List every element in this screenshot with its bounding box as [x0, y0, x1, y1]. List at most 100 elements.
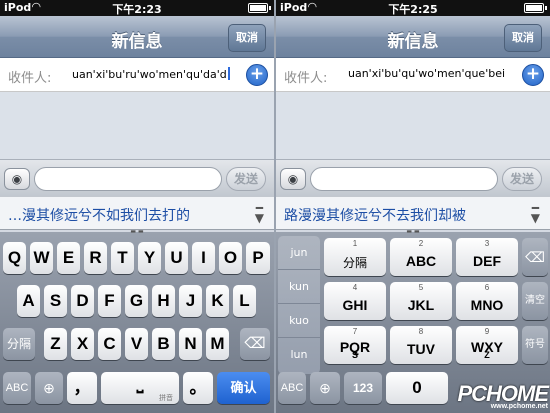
key-r[interactable]: R	[84, 242, 107, 274]
key-8-tuv[interactable]: 8 TUV	[390, 326, 452, 364]
period-key[interactable]: 。	[183, 372, 213, 404]
key-e[interactable]: E	[57, 242, 80, 274]
page-indicator: ▬ ▬	[406, 228, 420, 235]
status-bar: iPod ◠ 下午2:23	[0, 0, 274, 16]
key-s[interactable]: S	[44, 285, 67, 317]
key-a[interactable]: A	[17, 285, 40, 317]
globe-key[interactable]: ⊕	[310, 372, 340, 404]
key-7-pqrs[interactable]: 7 PQR S	[324, 326, 386, 364]
key-b[interactable]: B	[152, 328, 175, 360]
key-sub: 6	[484, 283, 490, 292]
key-main: ABC	[405, 253, 437, 269]
key-g[interactable]: G	[125, 285, 148, 317]
send-button[interactable]: 发送	[502, 167, 542, 191]
key-w[interactable]: W	[30, 242, 53, 274]
key-m[interactable]: M	[206, 328, 229, 360]
key-main: DEF	[473, 253, 501, 269]
key-3-def[interactable]: 3 DEF	[456, 238, 518, 276]
pinyin-option[interactable]: lun	[278, 338, 320, 372]
add-contact-button[interactable]: +	[246, 64, 268, 86]
key-o[interactable]: O	[219, 242, 242, 274]
space-bar-icon: ⎵	[136, 374, 144, 393]
battery-icon	[248, 3, 271, 13]
candidate-text[interactable]: 路漫漫其修远兮不去我们却被	[284, 205, 466, 225]
watermark-logo: PCHOME www.pchome.net	[457, 381, 549, 410]
backspace-icon: ⌫	[244, 335, 266, 352]
delete-key[interactable]: ⌫	[240, 328, 270, 360]
space-key-label: 拼音	[159, 395, 173, 402]
left-phone-screen: iPod ◠ 下午2:23 新信息 取消 收件人: uan'xi'bu'ru'w…	[0, 0, 274, 413]
expand-candidates-icon[interactable]: ━ ▼	[531, 202, 540, 224]
key-q[interactable]: Q	[3, 242, 26, 274]
send-button[interactable]: 发送	[226, 167, 266, 191]
camera-button[interactable]: ◉	[280, 168, 306, 190]
pinyin-option[interactable]: kun	[278, 270, 320, 304]
recipient-field[interactable]: uan'xi'bu'ru'wo'men'qu'da'd	[72, 67, 242, 81]
space-key[interactable]: ⎵ 拼音	[101, 372, 179, 404]
recipient-row: 收件人: uan'xi'bu'ru'wo'men'qu'da'd +	[0, 58, 274, 92]
recipient-field[interactable]: uan'xi'bu'qu'wo'men'que'bei	[348, 67, 518, 80]
comma-key[interactable]: ，	[67, 372, 97, 404]
key-4-ghi[interactable]: 4 GHI	[324, 282, 386, 320]
expand-candidates-icon[interactable]: ━ ▼	[255, 202, 264, 224]
confirm-key[interactable]: 确认	[217, 372, 270, 404]
camera-icon: ◉	[11, 172, 23, 186]
key-h[interactable]: H	[152, 285, 175, 317]
pinyin-option[interactable]: kuo	[278, 304, 320, 338]
text-cursor	[227, 67, 230, 80]
key-c[interactable]: C	[98, 328, 121, 360]
clear-key[interactable]: 清空	[522, 282, 548, 320]
key-z[interactable]: Z	[44, 328, 67, 360]
camera-icon: ◉	[287, 172, 299, 186]
abc-key[interactable]: ABC	[278, 372, 306, 404]
globe-icon: ⊕	[43, 380, 55, 396]
add-contact-button[interactable]: +	[522, 64, 544, 86]
key-t[interactable]: T	[111, 242, 134, 274]
key-u[interactable]: U	[165, 242, 188, 274]
message-input[interactable]	[310, 167, 498, 191]
camera-button[interactable]: ◉	[4, 168, 30, 190]
cancel-button[interactable]: 取消	[504, 24, 542, 52]
key-k[interactable]: K	[206, 285, 229, 317]
message-area	[276, 92, 550, 159]
delete-key[interactable]: ⌫	[522, 238, 548, 276]
nav-bar: 新信息 取消	[276, 16, 550, 58]
key-v[interactable]: V	[125, 328, 148, 360]
candidate-bar: …漫其修远兮不如我们去打的 ━ ▼	[0, 196, 274, 230]
candidate-text[interactable]: …漫其修远兮不如我们去打的	[8, 205, 190, 225]
key-sub2: Z	[484, 350, 490, 360]
pinyin-option[interactable]: jun	[278, 236, 320, 270]
key-sub: 5	[418, 283, 424, 292]
key-y[interactable]: Y	[138, 242, 161, 274]
separator-key[interactable]: 分隔	[3, 328, 35, 360]
key-1-separator[interactable]: 1 分隔	[324, 238, 386, 276]
numeric-key[interactable]: 123	[344, 372, 382, 404]
key-9-wxyz[interactable]: 9 WXY Z	[456, 326, 518, 364]
message-input[interactable]	[34, 167, 222, 191]
key-x[interactable]: X	[71, 328, 94, 360]
key-sub: 4	[352, 283, 358, 292]
abc-key[interactable]: ABC	[3, 372, 31, 404]
qwerty-keyboard: ▬ ▬ Q W E R T Y U I O P A S D F G H J K …	[0, 228, 274, 413]
key-2-abc[interactable]: 2 ABC	[390, 238, 452, 276]
key-p[interactable]: P	[246, 242, 270, 274]
recipient-text: uan'xi'bu'ru'wo'men'qu'da'd	[72, 68, 227, 81]
key-6-mno[interactable]: 6 MNO	[456, 282, 518, 320]
battery-icon	[524, 3, 547, 13]
key-d[interactable]: D	[71, 285, 94, 317]
key-sub: 3	[484, 239, 490, 248]
key-5-jkl[interactable]: 5 JKL	[390, 282, 452, 320]
key-n[interactable]: N	[179, 328, 202, 360]
key-l[interactable]: L	[233, 285, 256, 317]
key-f[interactable]: F	[98, 285, 121, 317]
recipient-text: uan'xi'bu'qu'wo'men'que'bei	[348, 67, 506, 80]
symbol-key[interactable]: 符号	[522, 326, 548, 364]
key-j[interactable]: J	[179, 285, 202, 317]
key-sub2: S	[351, 350, 358, 360]
cancel-button[interactable]: 取消	[228, 24, 266, 52]
globe-key[interactable]: ⊕	[35, 372, 63, 404]
recipient-label: 收件人:	[8, 71, 52, 86]
key-i[interactable]: I	[192, 242, 215, 274]
clock: 下午2:25	[388, 3, 438, 16]
key-0[interactable]: 0	[386, 372, 448, 404]
